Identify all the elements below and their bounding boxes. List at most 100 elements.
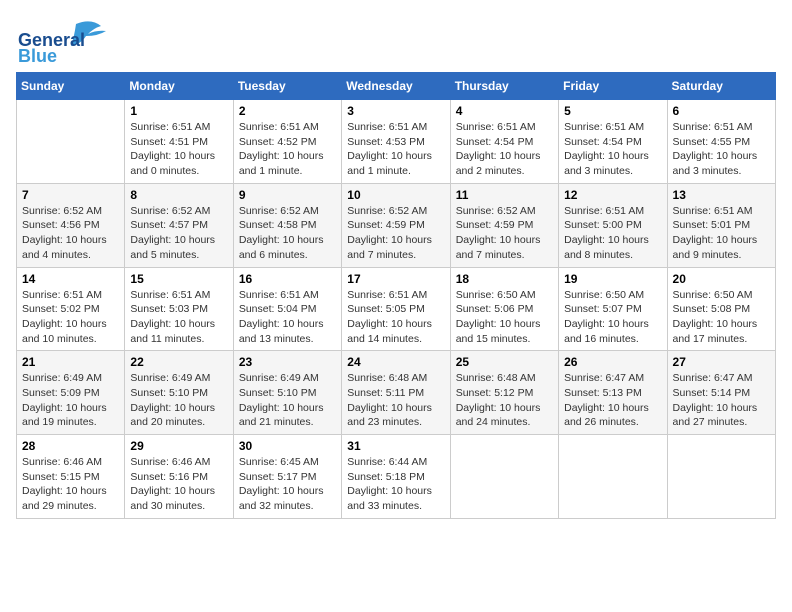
day-info: Sunrise: 6:51 AM Sunset: 4:52 PM Dayligh… bbox=[239, 120, 336, 179]
day-info: Sunrise: 6:51 AM Sunset: 5:00 PM Dayligh… bbox=[564, 204, 661, 263]
day-info: Sunrise: 6:49 AM Sunset: 5:10 PM Dayligh… bbox=[130, 371, 227, 430]
calendar-cell: 20 Sunrise: 6:50 AM Sunset: 5:08 PM Dayli… bbox=[667, 267, 775, 351]
dow-monday: Monday bbox=[125, 73, 233, 100]
day-number: 12 bbox=[564, 188, 661, 202]
logo: General Blue bbox=[16, 16, 126, 64]
day-number: 22 bbox=[130, 355, 227, 369]
day-info: Sunrise: 6:49 AM Sunset: 5:09 PM Dayligh… bbox=[22, 371, 119, 430]
day-number: 3 bbox=[347, 104, 444, 118]
calendar-cell: 30 Sunrise: 6:45 AM Sunset: 5:17 PM Dayli… bbox=[233, 435, 341, 519]
calendar-cell: 11 Sunrise: 6:52 AM Sunset: 4:59 PM Dayli… bbox=[450, 183, 558, 267]
day-info: Sunrise: 6:51 AM Sunset: 4:54 PM Dayligh… bbox=[564, 120, 661, 179]
day-info: Sunrise: 6:46 AM Sunset: 5:15 PM Dayligh… bbox=[22, 455, 119, 514]
calendar-cell: 28 Sunrise: 6:46 AM Sunset: 5:15 PM Dayli… bbox=[17, 435, 125, 519]
calendar-header-row: SundayMondayTuesdayWednesdayThursdayFrid… bbox=[17, 73, 776, 100]
day-number: 20 bbox=[673, 272, 770, 286]
dow-saturday: Saturday bbox=[667, 73, 775, 100]
day-info: Sunrise: 6:46 AM Sunset: 5:16 PM Dayligh… bbox=[130, 455, 227, 514]
day-info: Sunrise: 6:50 AM Sunset: 5:06 PM Dayligh… bbox=[456, 288, 553, 347]
calendar-cell: 18 Sunrise: 6:50 AM Sunset: 5:06 PM Dayli… bbox=[450, 267, 558, 351]
day-info: Sunrise: 6:51 AM Sunset: 4:54 PM Dayligh… bbox=[456, 120, 553, 179]
day-info: Sunrise: 6:52 AM Sunset: 4:59 PM Dayligh… bbox=[456, 204, 553, 263]
calendar-cell: 5 Sunrise: 6:51 AM Sunset: 4:54 PM Daylig… bbox=[559, 100, 667, 184]
day-info: Sunrise: 6:49 AM Sunset: 5:10 PM Dayligh… bbox=[239, 371, 336, 430]
day-number: 2 bbox=[239, 104, 336, 118]
day-number: 28 bbox=[22, 439, 119, 453]
dow-sunday: Sunday bbox=[17, 73, 125, 100]
calendar-cell: 17Sunrise: 6:51 AM Sunset: 5:05 PM Dayli… bbox=[342, 267, 450, 351]
day-info: Sunrise: 6:52 AM Sunset: 4:56 PM Dayligh… bbox=[22, 204, 119, 263]
day-number: 15 bbox=[130, 272, 227, 286]
calendar-cell: 6 Sunrise: 6:51 AM Sunset: 4:55 PM Daylig… bbox=[667, 100, 775, 184]
day-info: Sunrise: 6:51 AM Sunset: 4:55 PM Dayligh… bbox=[673, 120, 770, 179]
day-info: Sunrise: 6:50 AM Sunset: 5:07 PM Dayligh… bbox=[564, 288, 661, 347]
calendar-cell: 15 Sunrise: 6:51 AM Sunset: 5:03 PM Dayli… bbox=[125, 267, 233, 351]
calendar-cell: 19 Sunrise: 6:50 AM Sunset: 5:07 PM Dayli… bbox=[559, 267, 667, 351]
calendar-cell bbox=[559, 435, 667, 519]
calendar-cell: 31 Sunrise: 6:44 AM Sunset: 5:18 PM Dayli… bbox=[342, 435, 450, 519]
calendar-cell: 7Sunrise: 6:52 AM Sunset: 4:56 PM Daylig… bbox=[17, 183, 125, 267]
day-number: 10 bbox=[347, 188, 444, 202]
day-number: 23 bbox=[239, 355, 336, 369]
day-info: Sunrise: 6:51 AM Sunset: 5:01 PM Dayligh… bbox=[673, 204, 770, 263]
calendar-cell: 24Sunrise: 6:48 AM Sunset: 5:11 PM Dayli… bbox=[342, 351, 450, 435]
page-header: General Blue bbox=[16, 16, 776, 64]
day-info: Sunrise: 6:52 AM Sunset: 4:57 PM Dayligh… bbox=[130, 204, 227, 263]
calendar-cell: 14Sunrise: 6:51 AM Sunset: 5:02 PM Dayli… bbox=[17, 267, 125, 351]
calendar-cell: 29 Sunrise: 6:46 AM Sunset: 5:16 PM Dayli… bbox=[125, 435, 233, 519]
dow-tuesday: Tuesday bbox=[233, 73, 341, 100]
calendar-cell: 25 Sunrise: 6:48 AM Sunset: 5:12 PM Dayli… bbox=[450, 351, 558, 435]
day-number: 16 bbox=[239, 272, 336, 286]
day-info: Sunrise: 6:44 AM Sunset: 5:18 PM Dayligh… bbox=[347, 455, 444, 514]
calendar-table: SundayMondayTuesdayWednesdayThursdayFrid… bbox=[16, 72, 776, 519]
calendar-cell: 26 Sunrise: 6:47 AM Sunset: 5:13 PM Dayli… bbox=[559, 351, 667, 435]
day-number: 5 bbox=[564, 104, 661, 118]
calendar-cell: 9 Sunrise: 6:52 AM Sunset: 4:58 PM Daylig… bbox=[233, 183, 341, 267]
calendar-week-3: 14Sunrise: 6:51 AM Sunset: 5:02 PM Dayli… bbox=[17, 267, 776, 351]
day-info: Sunrise: 6:50 AM Sunset: 5:08 PM Dayligh… bbox=[673, 288, 770, 347]
day-info: Sunrise: 6:48 AM Sunset: 5:11 PM Dayligh… bbox=[347, 371, 444, 430]
day-info: Sunrise: 6:48 AM Sunset: 5:12 PM Dayligh… bbox=[456, 371, 553, 430]
calendar-cell bbox=[667, 435, 775, 519]
day-number: 13 bbox=[673, 188, 770, 202]
day-number: 14 bbox=[22, 272, 119, 286]
day-info: Sunrise: 6:45 AM Sunset: 5:17 PM Dayligh… bbox=[239, 455, 336, 514]
dow-wednesday: Wednesday bbox=[342, 73, 450, 100]
svg-text:Blue: Blue bbox=[18, 46, 57, 64]
day-info: Sunrise: 6:51 AM Sunset: 5:04 PM Dayligh… bbox=[239, 288, 336, 347]
calendar-week-2: 7Sunrise: 6:52 AM Sunset: 4:56 PM Daylig… bbox=[17, 183, 776, 267]
calendar-cell: 27 Sunrise: 6:47 AM Sunset: 5:14 PM Dayli… bbox=[667, 351, 775, 435]
day-number: 18 bbox=[456, 272, 553, 286]
day-number: 1 bbox=[130, 104, 227, 118]
day-info: Sunrise: 6:47 AM Sunset: 5:14 PM Dayligh… bbox=[673, 371, 770, 430]
calendar-cell: 21Sunrise: 6:49 AM Sunset: 5:09 PM Dayli… bbox=[17, 351, 125, 435]
day-info: Sunrise: 6:52 AM Sunset: 4:58 PM Dayligh… bbox=[239, 204, 336, 263]
day-number: 4 bbox=[456, 104, 553, 118]
calendar-cell: 4 Sunrise: 6:51 AM Sunset: 4:54 PM Daylig… bbox=[450, 100, 558, 184]
calendar-cell: 2 Sunrise: 6:51 AM Sunset: 4:52 PM Daylig… bbox=[233, 100, 341, 184]
day-number: 26 bbox=[564, 355, 661, 369]
calendar-cell: 1 Sunrise: 6:51 AM Sunset: 4:51 PM Daylig… bbox=[125, 100, 233, 184]
day-number: 27 bbox=[673, 355, 770, 369]
day-number: 9 bbox=[239, 188, 336, 202]
dow-friday: Friday bbox=[559, 73, 667, 100]
day-number: 30 bbox=[239, 439, 336, 453]
day-info: Sunrise: 6:51 AM Sunset: 4:53 PM Dayligh… bbox=[347, 120, 444, 179]
day-info: Sunrise: 6:51 AM Sunset: 5:03 PM Dayligh… bbox=[130, 288, 227, 347]
calendar-cell: 10Sunrise: 6:52 AM Sunset: 4:59 PM Dayli… bbox=[342, 183, 450, 267]
day-number: 6 bbox=[673, 104, 770, 118]
dow-thursday: Thursday bbox=[450, 73, 558, 100]
day-info: Sunrise: 6:47 AM Sunset: 5:13 PM Dayligh… bbox=[564, 371, 661, 430]
day-number: 17 bbox=[347, 272, 444, 286]
calendar-week-1: 1 Sunrise: 6:51 AM Sunset: 4:51 PM Daylig… bbox=[17, 100, 776, 184]
day-number: 31 bbox=[347, 439, 444, 453]
calendar-cell: 16 Sunrise: 6:51 AM Sunset: 5:04 PM Dayli… bbox=[233, 267, 341, 351]
calendar-week-5: 28 Sunrise: 6:46 AM Sunset: 5:15 PM Dayli… bbox=[17, 435, 776, 519]
day-info: Sunrise: 6:51 AM Sunset: 4:51 PM Dayligh… bbox=[130, 120, 227, 179]
day-number: 25 bbox=[456, 355, 553, 369]
calendar-cell: 23 Sunrise: 6:49 AM Sunset: 5:10 PM Dayli… bbox=[233, 351, 341, 435]
day-number: 8 bbox=[130, 188, 227, 202]
day-number: 19 bbox=[564, 272, 661, 286]
day-number: 29 bbox=[130, 439, 227, 453]
day-number: 11 bbox=[456, 188, 553, 202]
